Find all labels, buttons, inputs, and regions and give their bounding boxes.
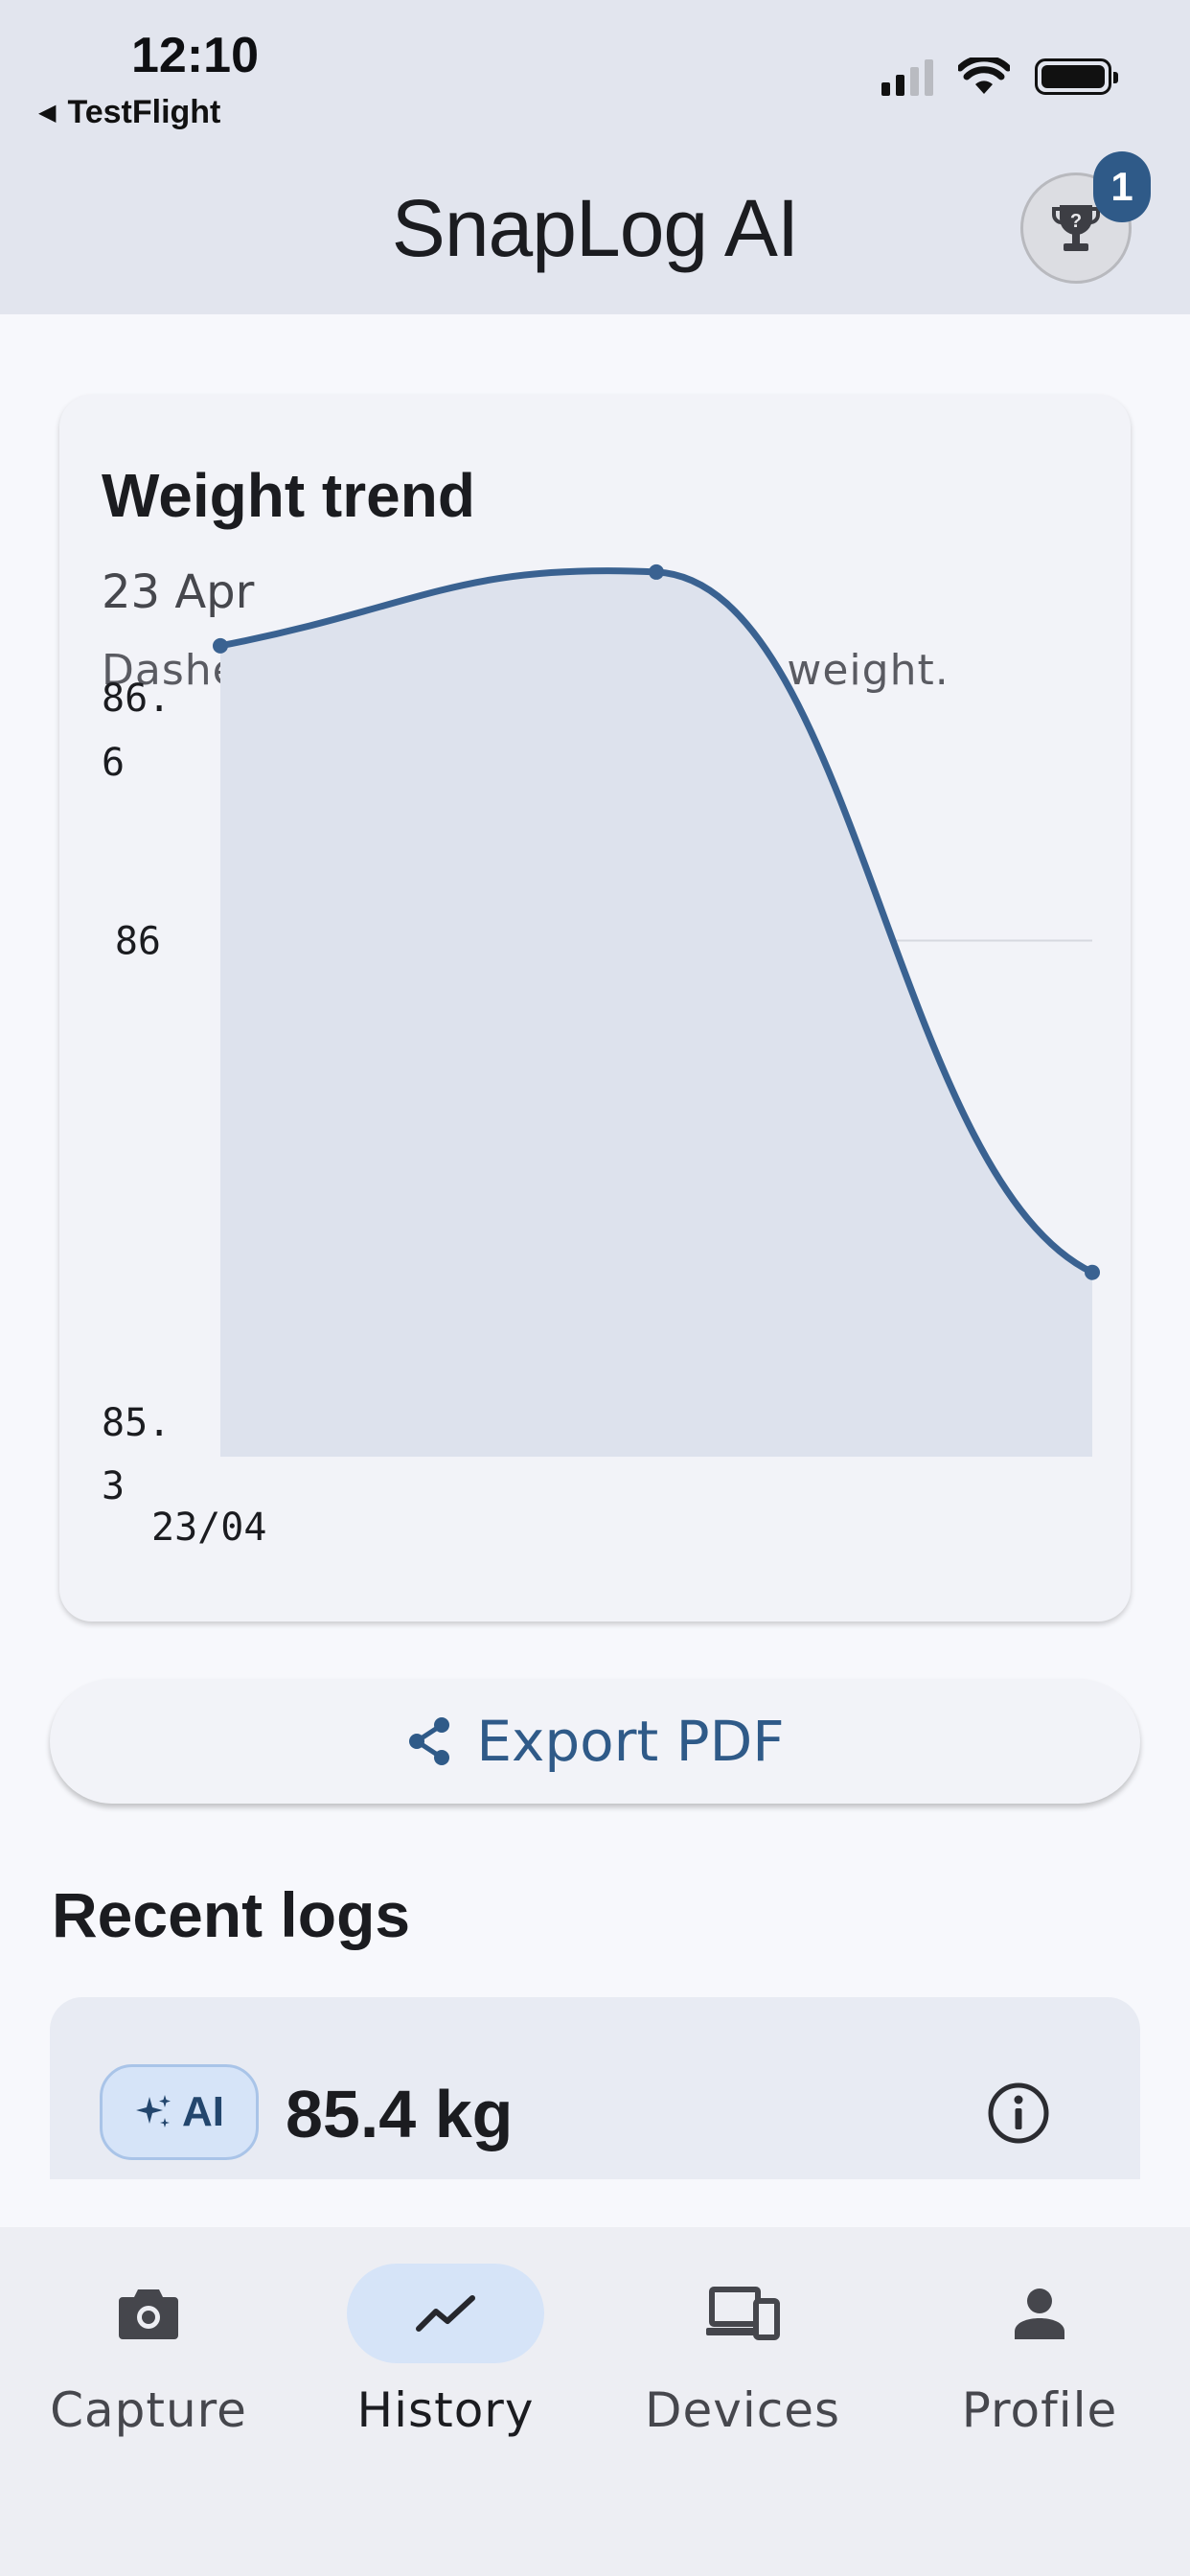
nav-devices[interactable]: Devices (594, 2264, 891, 2474)
chart-x-tick-label: 23/04 (151, 1506, 266, 1550)
chart-point (649, 564, 664, 580)
recent-logs-title: Recent logs (52, 1879, 411, 1950)
cellular-signal-icon (881, 58, 933, 96)
back-to-testflight[interactable]: ◀ TestFlight (38, 94, 220, 131)
chart-y-tick-label: 86. 6 (102, 677, 171, 785)
weight-chart: 86. 6 86 85. 323/04 (102, 564, 1100, 1550)
sparkle-icon (136, 2095, 171, 2128)
status-time: 12:10 (131, 28, 259, 83)
back-app-label: TestFlight (67, 94, 221, 130)
chart-y-tick-label: 85. 3 (102, 1401, 171, 1508)
app-title: SnapLog AI (391, 183, 799, 273)
ai-chip: AI (100, 2064, 259, 2160)
devices-icon (706, 2287, 780, 2340)
svg-text:?: ? (1070, 211, 1082, 232)
share-icon (409, 1717, 450, 1765)
chart-point (1085, 1264, 1100, 1280)
nav-profile-label: Profile (961, 2382, 1118, 2438)
nav-devices-label: Devices (644, 2382, 841, 2438)
status-icons (881, 58, 1118, 96)
nav-history-label: History (356, 2382, 535, 2438)
trend-line-icon (416, 2295, 475, 2332)
battery-icon (1035, 58, 1118, 95)
info-icon[interactable] (985, 2080, 1052, 2147)
back-arrow-icon: ◀ (38, 100, 57, 126)
chart-y-tick-label: 86 (115, 920, 161, 964)
log-item[interactable]: AI 85.4 kg (50, 1997, 1140, 2179)
log-weight-value: 85.4 kg (286, 2077, 514, 2151)
person-icon (1015, 2288, 1064, 2339)
nav-capture-label: Capture (50, 2382, 247, 2438)
chart-point (213, 637, 228, 654)
nav-capture[interactable]: Capture (0, 2264, 297, 2474)
wifi-icon (958, 58, 1010, 94)
ai-chip-label: AI (182, 2088, 224, 2135)
trophy-help-icon: ? (1052, 205, 1100, 251)
camera-icon (119, 2289, 178, 2339)
bottom-nav: Capture History Devices Profile (0, 2227, 1190, 2576)
weight-trend-card: Weight trend 23 Apr Dashed line shows yo… (59, 395, 1131, 1622)
nav-history[interactable]: History (297, 2264, 594, 2474)
app-bar: SnapLog AI ? 1 (0, 144, 1190, 314)
nav-profile[interactable]: Profile (891, 2264, 1188, 2474)
status-bar: 12:10 ◀ TestFlight (0, 0, 1190, 144)
chart-area-fill (220, 570, 1092, 1457)
export-pdf-button[interactable]: Export PDF (50, 1679, 1140, 1804)
notification-badge: 1 (1093, 151, 1151, 222)
export-pdf-label: Export PDF (476, 1709, 785, 1774)
